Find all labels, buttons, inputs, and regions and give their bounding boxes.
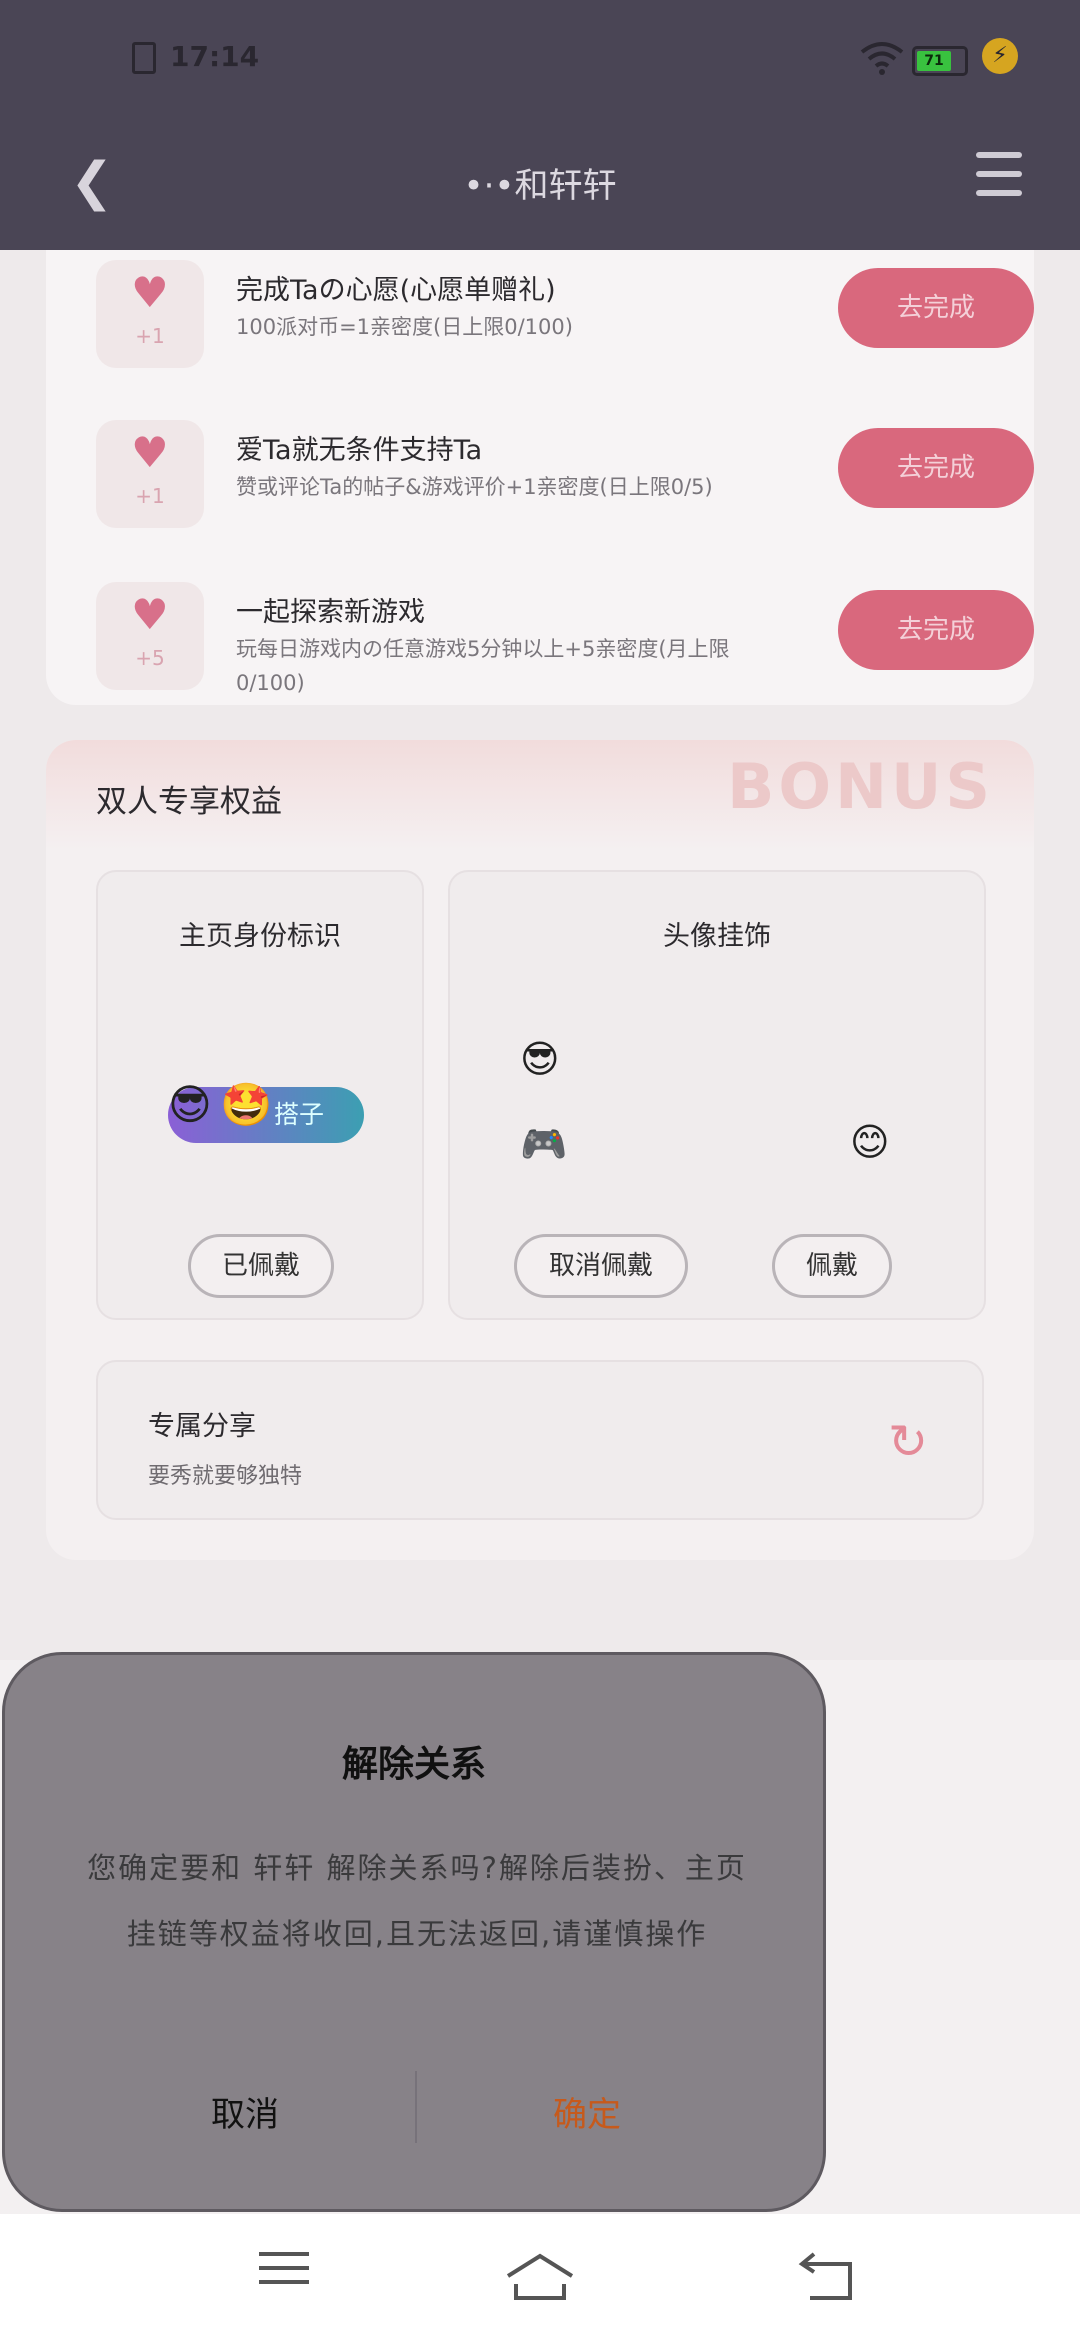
task-subtitle: 赞或评论Ta的帖子&游戏评价+1亲密度(日上限0/5) [236, 475, 713, 499]
heart-icon: ♥ [131, 428, 169, 477]
share-icon[interactable]: ↻ [888, 1414, 928, 1470]
star-eyes-emoji-icon: 🤩 [220, 1080, 273, 1129]
task-plus: +5 [135, 646, 165, 670]
home-icon[interactable] [500, 2242, 580, 2312]
wifi-icon [860, 42, 904, 75]
benefits-card: BONUS 双人专享权益 主页身份标识 搭子 😎 🤩 已佩戴 头像挂饰 😎 🎮 … [46, 740, 1034, 1560]
avatar-frame-box: 头像挂饰 😎 🎮 😊 取消佩戴 佩戴 [448, 870, 986, 1320]
task-item: ♥ +1 爱Ta就无条件支持Ta 赞或评论Ta的帖子&游戏评价+1亲密度(日上限… [96, 420, 1034, 540]
cancel-wear-button[interactable]: 取消佩戴 [514, 1234, 688, 1298]
status-time: 17:14 [170, 40, 260, 73]
benefits-title: 双人专享权益 [96, 784, 282, 820]
heart-icon: ♥ [131, 590, 169, 639]
avatar-frame-label: 头像挂饰 [663, 921, 771, 952]
task-go-button[interactable]: 去完成 [838, 428, 1034, 508]
exclusive-share-box[interactable]: 专属分享 要秀就要够独特 ↻ [96, 1360, 984, 1520]
wear-button[interactable]: 佩戴 [772, 1234, 892, 1298]
homepage-badge-label: 主页身份标识 [179, 921, 341, 952]
task-item: ♥ +5 一起探索新游戏 玩每日游戏内の任意游戏5分钟以上+5亲密度(月上限0/… [96, 582, 1034, 702]
task-go-button[interactable]: 去完成 [838, 268, 1034, 348]
system-nav-bar [0, 2214, 1080, 2340]
menu-icon[interactable] [976, 152, 1022, 209]
homepage-badge-box: 主页身份标识 搭子 😎 🤩 已佩戴 [96, 870, 424, 1320]
task-title: 完成Taの心愿(心愿单赠礼) [236, 275, 556, 306]
sunglasses-emoji-icon: 😎 [168, 1080, 212, 1129]
top-bar: 17:14 71 ⚡ ❮ •·•和轩轩 [0, 0, 1080, 250]
battery-icon: 71 [912, 46, 968, 76]
confirm-button[interactable]: 确定 [387, 2087, 787, 2136]
intimacy-tasks-card: ♥ +1 完成Taの心愿(心愿单赠礼) 100派对币=1亲密度(日上限0/100… [46, 250, 1034, 705]
smile-emoji-icon: 😊 [850, 1120, 890, 1164]
dialog-message: 您确定要和 轩轩 解除关系吗?解除后装扮、主页挂链等权益将收回,且无法返回,请谨… [87, 1851, 747, 1951]
unbind-dialog: 解除关系 您确定要和 轩轩 解除关系吗?解除后装扮、主页挂链等权益将收回,且无法… [2, 1652, 826, 2212]
task-item: ♥ +1 完成Taの心愿(心愿单赠礼) 100派对币=1亲密度(日上限0/100… [96, 260, 1034, 380]
task-subtitle: 100派对币=1亲密度(日上限0/100) [236, 315, 573, 339]
dialog-title: 解除关系 [341, 1744, 486, 1785]
sunglasses-emoji-icon: 😎 [520, 1037, 560, 1081]
recents-icon[interactable] [244, 2242, 324, 2312]
task-plus: +1 [135, 484, 165, 508]
gamepad-icon: 🎮 [520, 1122, 568, 1166]
wearing-button[interactable]: 已佩戴 [188, 1234, 334, 1298]
main-content: ♥ +1 完成Taの心愿(心愿单赠礼) 100派对币=1亲密度(日上限0/100… [0, 250, 1080, 1660]
header: ❮ •·•和轩轩 [0, 120, 1080, 250]
sim-icon [132, 42, 156, 74]
cancel-button[interactable]: 取消 [45, 2087, 445, 2136]
share-title: 专属分享 [148, 1411, 256, 1442]
heart-icon: ♥ [131, 268, 169, 317]
charging-icon: ⚡ [982, 38, 1018, 74]
bonus-art: BONUS [727, 750, 994, 823]
task-go-button[interactable]: 去完成 [838, 590, 1034, 670]
task-title: 爱Ta就无条件支持Ta [236, 435, 483, 466]
task-subtitle: 玩每日游戏内の任意游戏5分钟以上+5亲密度(月上限0/100) [236, 637, 730, 695]
back-nav-icon[interactable] [790, 2242, 870, 2312]
battery-level: 71 [917, 51, 951, 71]
task-title: 一起探索新游戏 [236, 597, 425, 628]
status-bar: 17:14 71 ⚡ [0, 0, 1080, 120]
page-title: •·•和轩轩 [463, 166, 617, 206]
share-subtitle: 要秀就要够独特 [148, 1464, 303, 1489]
task-plus: +1 [135, 324, 165, 348]
